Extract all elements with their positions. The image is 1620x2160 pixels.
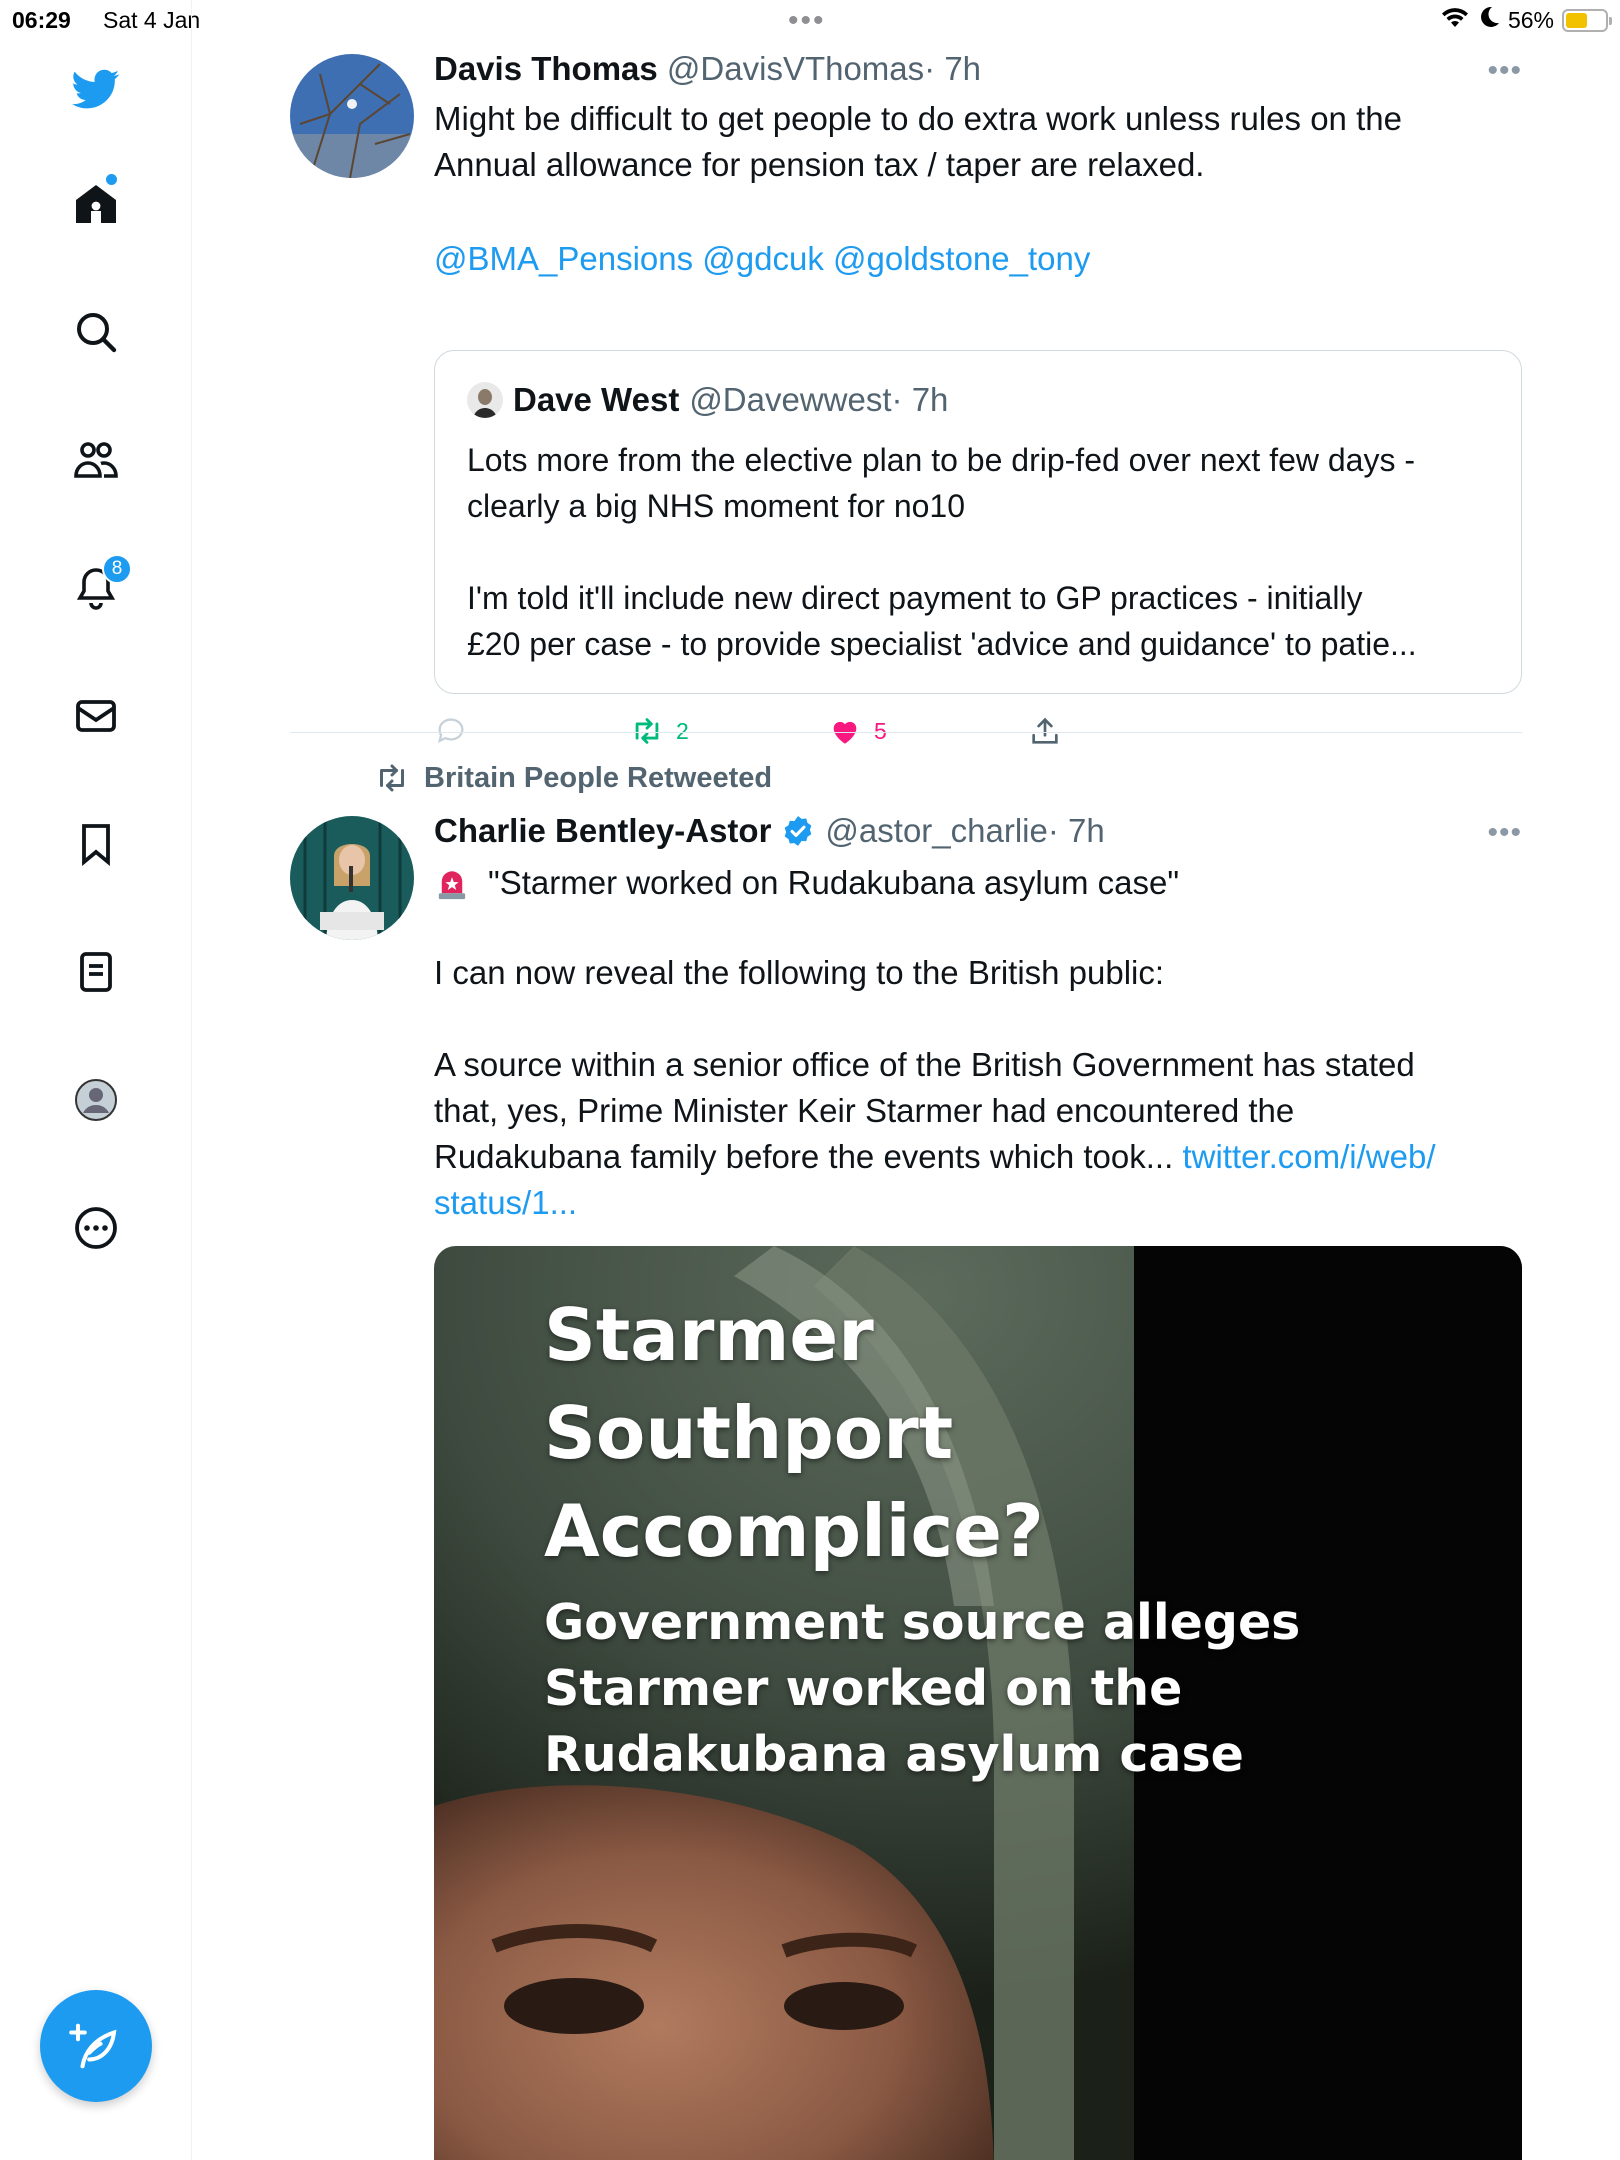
tweet-media-image[interactable]: Starmer Southport Accomplice? Government…	[434, 1246, 1522, 2160]
avatar[interactable]	[290, 54, 414, 178]
wifi-icon	[1440, 5, 1470, 35]
avatar[interactable]	[290, 816, 414, 940]
retweeted-by-line[interactable]: Britain People Retweeted	[374, 760, 772, 796]
tweet-text: I can now reveal the following to the Br…	[434, 950, 1524, 1226]
quoted-tweet[interactable]: Dave West @Davewwest · 7h Lots more from …	[434, 350, 1522, 694]
retweet-icon	[635, 718, 659, 744]
status-bar: 06:29 Sat 4 Jan ••• 56%	[0, 0, 1620, 40]
tweet-mentions[interactable]: @BMA_Pensions @gdcuk @goldstone_tony	[434, 236, 1090, 282]
home-icon[interactable]	[68, 174, 124, 232]
tweet-time[interactable]: · 7h	[1048, 812, 1105, 849]
sidebar-nav: 8	[0, 0, 192, 2160]
share-icon	[1032, 717, 1058, 744]
tweet-headline: "Starmer worked on Rudakubana asylum cas…	[488, 864, 1180, 901]
reply-button[interactable]	[434, 714, 468, 748]
search-icon[interactable]	[68, 304, 124, 360]
twitter-bird-icon[interactable]	[68, 60, 124, 116]
verified-badge-icon	[785, 816, 812, 846]
retweet-button[interactable]: 2	[630, 714, 689, 748]
reply-icon	[437, 718, 464, 744]
messages-envelope-icon[interactable]	[68, 688, 124, 744]
author-handle[interactable]: @DavisVThomas	[667, 50, 924, 87]
media-overlay-text: Starmer Southport Accomplice? Government…	[544, 1286, 1300, 1788]
compose-tweet-button[interactable]	[40, 1990, 152, 2102]
tweet-time[interactable]: · 7h	[924, 50, 981, 87]
communities-icon[interactable]	[68, 432, 124, 488]
notifications-badge: 8	[102, 554, 132, 584]
multitasking-dots-icon[interactable]: •••	[788, 4, 826, 38]
siren-light-icon	[438, 871, 466, 900]
media-title: Starmer Southport Accomplice?	[544, 1293, 1044, 1573]
battery-percent: 56%	[1507, 6, 1554, 33]
author-name[interactable]: Charlie Bentley-Astor	[434, 812, 771, 850]
tweet-link-part2[interactable]: status/1...	[434, 1184, 577, 1221]
author-handle[interactable]: @astor_charlie	[825, 812, 1047, 849]
author-name[interactable]: Davis Thomas	[434, 50, 658, 87]
tweet-more-icon[interactable]: •••	[1487, 816, 1522, 850]
tweet-link-part1[interactable]: twitter.com/i/web/	[1182, 1138, 1435, 1175]
tweet-divider	[290, 732, 1522, 733]
bookmark-icon[interactable]	[68, 816, 124, 872]
tweet-more-icon[interactable]: •••	[1487, 54, 1522, 88]
moon-icon	[1478, 5, 1500, 35]
notifications-bell-icon[interactable]: 8	[68, 554, 132, 616]
more-circle-icon[interactable]	[68, 1200, 124, 1256]
quoted-author-name: Dave West	[513, 381, 680, 418]
compose-feather-icon	[69, 2023, 117, 2069]
quoted-author-handle: @Davewwest	[689, 381, 892, 418]
tweet-actions: 2 5	[434, 714, 1134, 754]
tweet-header: Charlie Bentley-Astor @astor_charlie· 7h	[434, 812, 1105, 850]
heart-filled-icon	[833, 721, 857, 744]
quoted-tweet-time: · 7h	[891, 381, 949, 418]
retweeted-by-label: Britain People Retweeted	[424, 761, 773, 794]
media-subtitle: Government source alleges Starmer worked…	[544, 1594, 1301, 1783]
tweet-header: Davis Thomas @DavisVThomas· 7h	[434, 50, 981, 88]
like-count: 5	[874, 717, 887, 744]
profile-icon[interactable]	[68, 1072, 124, 1128]
retweet-icon	[380, 764, 404, 792]
share-button[interactable]	[1028, 714, 1062, 748]
battery-icon	[1562, 8, 1612, 32]
tweet-davis-thomas[interactable]: Davis Thomas @DavisVThomas· 7h ••• Might…	[290, 50, 1522, 744]
quoted-avatar	[467, 382, 503, 418]
tweet-headline-line: "Starmer worked on Rudakubana asylum cas…	[434, 860, 1179, 906]
quoted-tweet-text: Lots more from the elective plan to be d…	[467, 442, 1417, 662]
lists-icon[interactable]	[68, 944, 124, 1000]
tweet-text: Might be difficult to get people to do e…	[434, 100, 1402, 183]
like-button[interactable]: 5	[828, 714, 887, 748]
retweet-count: 2	[676, 717, 689, 744]
home-new-dot	[106, 174, 117, 185]
